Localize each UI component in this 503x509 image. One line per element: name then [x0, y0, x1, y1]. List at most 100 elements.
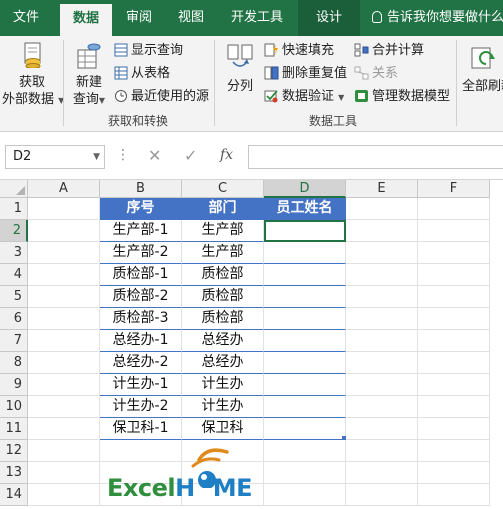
- cell-c5[interactable]: 质检部: [182, 286, 264, 308]
- cell-c4[interactable]: 质检部: [182, 264, 264, 286]
- cell-a9[interactable]: [28, 374, 100, 396]
- relationships-button[interactable]: 关系: [354, 65, 398, 83]
- manage-data-model-button[interactable]: 管理数据模型: [354, 88, 450, 106]
- row-header-8[interactable]: 8: [0, 352, 28, 374]
- column-header-d[interactable]: D: [264, 180, 346, 198]
- cell-d8[interactable]: [264, 352, 346, 374]
- cell-a8[interactable]: [28, 352, 100, 374]
- name-box[interactable]: D2 ▼: [5, 145, 105, 169]
- cell-a5[interactable]: [28, 286, 100, 308]
- cell-b2[interactable]: 生产部-1: [100, 220, 182, 242]
- cell-b8[interactable]: 总经办-2: [100, 352, 182, 374]
- cell-d9[interactable]: [264, 374, 346, 396]
- cell-d2[interactable]: [264, 220, 346, 242]
- insert-function-icon[interactable]: fx: [220, 147, 233, 163]
- text-to-columns-button[interactable]: 分列: [222, 38, 258, 108]
- enter-icon[interactable]: ✓: [184, 146, 197, 165]
- from-table-button[interactable]: 从表格: [114, 65, 170, 83]
- cell-f4[interactable]: [418, 264, 490, 286]
- cell-a4[interactable]: [28, 264, 100, 286]
- row-header-11[interactable]: 11: [0, 418, 28, 440]
- row-header-14[interactable]: 14: [0, 484, 28, 506]
- cell-f12[interactable]: [418, 440, 490, 462]
- cell-a14[interactable]: [28, 484, 100, 506]
- column-header-b[interactable]: B: [100, 180, 182, 198]
- cell-f9[interactable]: [418, 374, 490, 396]
- cancel-icon[interactable]: ✕: [148, 146, 161, 165]
- cell-f10[interactable]: [418, 396, 490, 418]
- cell-c2[interactable]: 生产部: [182, 220, 264, 242]
- column-header-a[interactable]: A: [28, 180, 100, 198]
- column-header-f[interactable]: F: [418, 180, 490, 198]
- row-header-4[interactable]: 4: [0, 264, 28, 286]
- tell-me-box[interactable]: 告诉我你想要做什么: [372, 0, 503, 36]
- cell-d12[interactable]: [264, 440, 346, 462]
- row-header-9[interactable]: 9: [0, 374, 28, 396]
- cell-f1[interactable]: [418, 198, 490, 220]
- cell-f14[interactable]: [418, 484, 490, 506]
- cell-d13[interactable]: [264, 462, 346, 484]
- select-all-button[interactable]: [0, 180, 28, 198]
- row-header-6[interactable]: 6: [0, 308, 28, 330]
- recent-sources-button[interactable]: 最近使用的源: [114, 88, 209, 106]
- cell-d14[interactable]: [264, 484, 346, 506]
- cell-b9[interactable]: 计生办-1: [100, 374, 182, 396]
- cell-e10[interactable]: [346, 396, 418, 418]
- tab-review[interactable]: 审阅: [116, 0, 162, 36]
- cell-f6[interactable]: [418, 308, 490, 330]
- tab-data[interactable]: 数据: [60, 4, 112, 36]
- cell-d10[interactable]: [264, 396, 346, 418]
- cell-a3[interactable]: [28, 242, 100, 264]
- cell-e7[interactable]: [346, 330, 418, 352]
- cell-d1[interactable]: 员工姓名: [264, 198, 346, 220]
- cell-b4[interactable]: 质检部-1: [100, 264, 182, 286]
- show-queries-button[interactable]: 显示查询: [114, 42, 183, 60]
- cell-d4[interactable]: [264, 264, 346, 286]
- cell-d5[interactable]: [264, 286, 346, 308]
- cell-c1[interactable]: 部门: [182, 198, 264, 220]
- data-validation-button[interactable]: 数据验证 ▼: [264, 88, 344, 106]
- cell-f11[interactable]: [418, 418, 490, 440]
- flash-fill-button[interactable]: 快速填充: [264, 42, 334, 60]
- cell-f2[interactable]: [418, 220, 490, 242]
- cell-a12[interactable]: [28, 440, 100, 462]
- refresh-all-button[interactable]: 全部刷新: [460, 38, 503, 108]
- cell-d3[interactable]: [264, 242, 346, 264]
- cell-a11[interactable]: [28, 418, 100, 440]
- cell-d7[interactable]: [264, 330, 346, 352]
- cell-c7[interactable]: 总经办: [182, 330, 264, 352]
- cell-a2[interactable]: [28, 220, 100, 242]
- cell-a1[interactable]: [28, 198, 100, 220]
- row-header-1[interactable]: 1: [0, 198, 28, 220]
- cell-e4[interactable]: [346, 264, 418, 286]
- cell-c11[interactable]: 保卫科: [182, 418, 264, 440]
- row-header-13[interactable]: 13: [0, 462, 28, 484]
- column-header-c[interactable]: C: [182, 180, 264, 198]
- new-query-button[interactable]: 新建 查询▼: [68, 38, 110, 108]
- cell-b1[interactable]: 序号: [100, 198, 182, 220]
- cell-e9[interactable]: [346, 374, 418, 396]
- row-header-2[interactable]: 2: [0, 220, 28, 242]
- tab-view[interactable]: 视图: [168, 0, 214, 36]
- cell-f8[interactable]: [418, 352, 490, 374]
- consolidate-button[interactable]: 合并计算: [354, 42, 424, 60]
- cell-c10[interactable]: 计生办: [182, 396, 264, 418]
- cell-c8[interactable]: 总经办: [182, 352, 264, 374]
- cell-e12[interactable]: [346, 440, 418, 462]
- cell-e1[interactable]: [346, 198, 418, 220]
- formula-input[interactable]: [248, 145, 503, 169]
- cell-e13[interactable]: [346, 462, 418, 484]
- cell-e2[interactable]: [346, 220, 418, 242]
- cell-b6[interactable]: 质检部-3: [100, 308, 182, 330]
- row-header-3[interactable]: 3: [0, 242, 28, 264]
- cell-b10[interactable]: 计生办-2: [100, 396, 182, 418]
- cell-a10[interactable]: [28, 396, 100, 418]
- cell-a13[interactable]: [28, 462, 100, 484]
- tab-developer[interactable]: 开发工具: [222, 0, 292, 36]
- row-header-7[interactable]: 7: [0, 330, 28, 352]
- tab-file[interactable]: 文件: [0, 0, 52, 36]
- remove-duplicates-button[interactable]: 删除重复值: [264, 65, 347, 83]
- cell-e3[interactable]: [346, 242, 418, 264]
- cell-b7[interactable]: 总经办-1: [100, 330, 182, 352]
- cell-f3[interactable]: [418, 242, 490, 264]
